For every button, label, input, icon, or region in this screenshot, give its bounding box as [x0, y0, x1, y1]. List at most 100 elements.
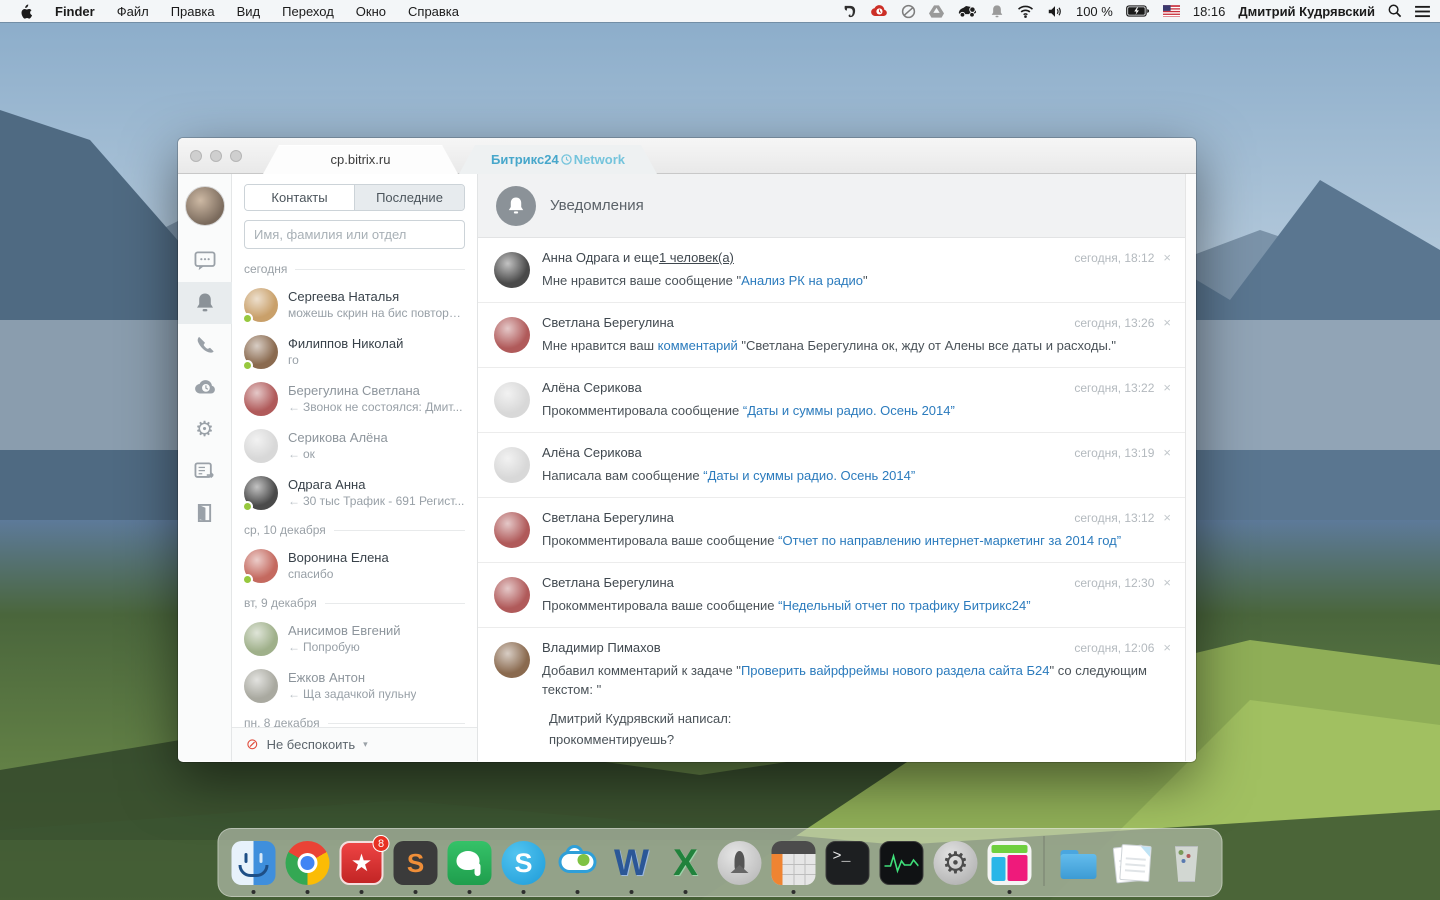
dock-item-evernote[interactable]: [447, 840, 493, 886]
dock-item-calculator[interactable]: [771, 840, 817, 886]
contact-row[interactable]: Одрага Анна←30 тыс Трафик - 691 Регист..…: [232, 469, 477, 516]
volume-menu-icon[interactable]: [1047, 2, 1063, 20]
spotlight-search-icon[interactable]: [1388, 2, 1402, 20]
menu-item-7[interactable]: Справка: [397, 4, 470, 19]
contact-row[interactable]: Филиппов Николайго: [232, 328, 477, 375]
notification-link[interactable]: “Даты и суммы радио. Осень 2014”: [703, 468, 915, 483]
menu-item-1[interactable]: Finder: [44, 4, 106, 19]
user-menu-label[interactable]: Дмитрий Кудрявский: [1238, 4, 1375, 19]
dock-item-launchpad[interactable]: [717, 840, 763, 886]
dock-item-skype[interactable]: S: [501, 840, 547, 886]
close-window-button[interactable]: [190, 150, 202, 162]
tab-cp-bitrix-ru[interactable]: cp.bitrix.ru: [263, 145, 458, 174]
drive-menu-icon[interactable]: [929, 2, 944, 20]
bell-menu-icon[interactable]: [990, 2, 1004, 20]
running-indicator-dot: [414, 890, 418, 894]
notification-content: Светлана Берегулинасегодня, 12:30×Проком…: [542, 575, 1171, 615]
window-titlebar[interactable]: cp.bitrix.ru Битрикс24 Network: [178, 138, 1196, 174]
menu-item-3[interactable]: Правка: [160, 4, 226, 19]
notification-avatar: [494, 642, 530, 678]
rail-item-open-slider[interactable]: [178, 450, 232, 492]
date-divider: ср, 10 декабря: [232, 516, 477, 542]
rail-item-bitrix-network[interactable]: [178, 366, 232, 408]
dock-item-activity-monitor[interactable]: [879, 840, 925, 886]
dock-item-finder[interactable]: [231, 840, 277, 886]
notification-link[interactable]: “Отчет по направлению интернет-маркетинг…: [778, 533, 1121, 548]
tab-contacts[interactable]: Контакты: [245, 185, 354, 210]
rail-item-messages[interactable]: [178, 240, 232, 282]
contact-row[interactable]: Берегулина Светлана←Звонок не состоялся:…: [232, 375, 477, 422]
notification-body: Добавил комментарий к задаче "Проверить …: [542, 661, 1171, 699]
dock-item-terminal[interactable]: >_: [825, 840, 871, 886]
evernote-menu-icon[interactable]: [842, 2, 857, 20]
dock-item-trash[interactable]: [1164, 840, 1210, 886]
tab-bitrix24-network[interactable]: Битрикс24 Network: [459, 145, 657, 174]
dock-item-word[interactable]: W: [609, 840, 655, 886]
notification-sender-link[interactable]: 1 человек(а): [659, 250, 734, 265]
dock-item-sublime[interactable]: S: [393, 840, 439, 886]
rail-item-calls[interactable]: [178, 324, 232, 366]
notification-link[interactable]: Анализ РК на радио: [741, 273, 863, 288]
dock-item-colorful-app[interactable]: [987, 840, 1033, 886]
wifi-menu-icon[interactable]: [1017, 2, 1034, 20]
search-input[interactable]: [244, 220, 465, 249]
dock-item-wunderlist[interactable]: ★8: [339, 840, 385, 886]
notification-link[interactable]: Проверить вайрфреймы нового раздела сайт…: [741, 663, 1050, 678]
notification-title-row: Алёна Сериковасегодня, 13:19×: [542, 445, 1171, 460]
rail-item-settings[interactable]: ⚙: [178, 408, 232, 450]
close-icon[interactable]: ×: [1163, 576, 1171, 589]
notification-quote-line: почему-то думал, что ответил, извини ...…: [542, 757, 1171, 761]
tab-recent[interactable]: Последние: [354, 185, 464, 210]
clock-label[interactable]: 18:16: [1193, 4, 1226, 19]
gear-icon: ⚙: [195, 419, 214, 440]
dock-item-documents[interactable]: [1110, 840, 1156, 886]
notification-item[interactable]: Владимир Пимаховсегодня, 12:06×Добавил к…: [478, 628, 1185, 761]
close-icon[interactable]: ×: [1163, 316, 1171, 329]
vehicle-status-menu-icon[interactable]: [957, 2, 977, 20]
contact-info: Филиппов Николайго: [288, 336, 403, 367]
rail-item-exit[interactable]: [178, 492, 232, 534]
close-icon[interactable]: ×: [1163, 381, 1171, 394]
dock-item-folder[interactable]: [1056, 840, 1102, 886]
dnd-circle-menu-icon[interactable]: [901, 2, 916, 20]
dock-item-bitrix24[interactable]: [555, 840, 601, 886]
bitrix24-messenger-window: cp.bitrix.ru Битрикс24 Network ⚙: [178, 138, 1196, 762]
contact-row[interactable]: Ежков Антон←Ща задачкой пульну: [232, 662, 477, 709]
dock-item-system-preferences[interactable]: ⚙: [933, 840, 979, 886]
dock-item-excel[interactable]: X: [663, 840, 709, 886]
apple-menu-icon[interactable]: [10, 3, 44, 19]
close-icon[interactable]: ×: [1163, 446, 1171, 459]
avatar[interactable]: [185, 186, 225, 226]
battery-icon[interactable]: [1126, 2, 1150, 20]
notification-link[interactable]: “Даты и суммы радио. Осень 2014”: [743, 403, 955, 418]
contact-row[interactable]: Воронина Еленаспасибо: [232, 542, 477, 589]
menu-item-6[interactable]: Окно: [345, 4, 397, 19]
menu-item-4[interactable]: Вид: [226, 4, 272, 19]
zoom-window-button[interactable]: [230, 150, 242, 162]
notification-item[interactable]: Светлана Берегулинасегодня, 13:12×Проком…: [478, 498, 1185, 563]
contact-row[interactable]: Серикова Алёна←ок: [232, 422, 477, 469]
close-icon[interactable]: ×: [1163, 511, 1171, 524]
notification-link[interactable]: комментарий: [658, 338, 738, 353]
bitrix-cloud-menu-icon[interactable]: [870, 2, 888, 20]
close-icon[interactable]: ×: [1163, 641, 1171, 654]
notification-center-icon[interactable]: [1415, 2, 1430, 20]
notification-item[interactable]: Алёна Сериковасегодня, 13:19×Написала ва…: [478, 433, 1185, 498]
do-not-disturb-toggle[interactable]: ⊘ Не беспокоить ▾: [232, 727, 477, 761]
dock-item-chrome[interactable]: [285, 840, 331, 886]
notification-item[interactable]: Светлана Берегулинасегодня, 12:30×Проком…: [478, 563, 1185, 628]
contact-row[interactable]: Анисимов Евгений←Попробую: [232, 615, 477, 662]
menu-item-2[interactable]: Файл: [106, 4, 160, 19]
notification-item[interactable]: Светлана Берегулинасегодня, 13:26×Мне нр…: [478, 303, 1185, 368]
contact-row[interactable]: Сергеева Натальяможешь скрин на бис повт…: [232, 281, 477, 328]
rail-item-notifications[interactable]: [178, 282, 232, 324]
notification-item[interactable]: Анна Одрага и еще 1 человек(а)сегодня, 1…: [478, 238, 1185, 303]
notification-item[interactable]: Алёна Сериковасегодня, 13:22×Прокомменти…: [478, 368, 1185, 433]
notifications-scrollbar[interactable]: [1185, 174, 1196, 761]
notification-link[interactable]: “Недельный отчет по трафику Битрикс24”: [778, 598, 1030, 613]
menu-bar-items: FinderФайлПравкаВидПереходОкноСправка: [44, 4, 470, 19]
minimize-window-button[interactable]: [210, 150, 222, 162]
input-language-flag-icon[interactable]: [1163, 2, 1180, 20]
close-icon[interactable]: ×: [1163, 251, 1171, 264]
menu-item-5[interactable]: Переход: [271, 4, 345, 19]
